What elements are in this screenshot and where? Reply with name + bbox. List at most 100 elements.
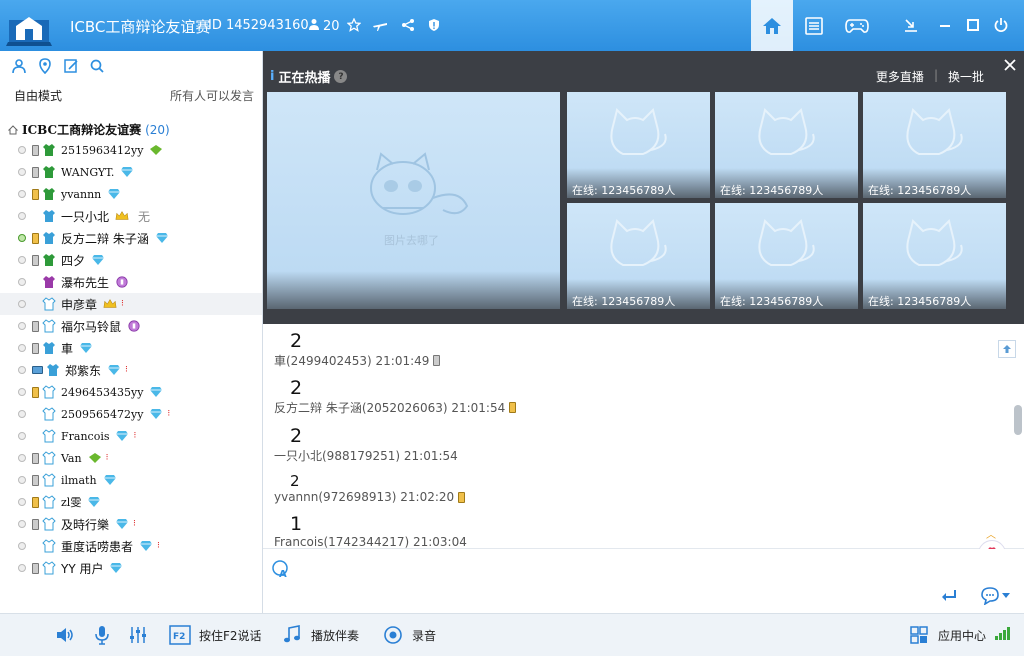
chat-message: 2 一只小北(988179251) 21:01:54 (274, 425, 458, 464)
list-icon (805, 16, 823, 35)
home-tab[interactable] (751, 0, 793, 51)
crown-icon (115, 211, 129, 220)
message-meta: 車(2499402453) 21:01:49 (274, 352, 441, 369)
scroll-top-button[interactable] (998, 340, 1016, 358)
user-filter-icon[interactable] (10, 57, 28, 75)
online-count: 在线: 123456789人 (567, 168, 710, 198)
white-vest-icon (42, 429, 56, 443)
help-icon[interactable]: ? (334, 70, 348, 83)
message-text: 2 (290, 377, 303, 399)
featured-live-tile[interactable]: 图片去哪了 (267, 92, 560, 309)
user-row[interactable]: 瀑布先生 (0, 271, 262, 293)
white-vest-icon (42, 451, 56, 465)
blue-vest-icon (43, 232, 55, 244)
channel-root[interactable]: ICBC工商辩论友谊赛 (20) (8, 121, 170, 138)
mobile-icon (32, 562, 39, 574)
chevron-up-icon[interactable]: ︿ (986, 526, 996, 541)
online-count: 在线: 123456789人 (715, 279, 858, 309)
mic-status-dot (18, 410, 26, 418)
chat-scrollbar-thumb[interactable] (1014, 405, 1022, 435)
refresh-link[interactable]: 换一批 (948, 68, 984, 85)
more-live-link[interactable]: 更多直播 (876, 68, 924, 85)
font-style-icon[interactable]: A (271, 559, 291, 580)
user-count[interactable]: 20 (308, 18, 340, 34)
chat-message: 2 反方二辩 朱子涵(2052026063) 21:01:54 (274, 377, 517, 416)
maximize-button[interactable] (962, 14, 984, 36)
push-to-talk-label: 按住F2说话 (199, 628, 262, 643)
user-row[interactable]: 反方二辩 朱子涵 (0, 227, 262, 249)
user-row[interactable]: ilmath (0, 469, 262, 491)
live-tile[interactable]: 在线: 123456789人 (863, 203, 1006, 309)
accompaniment-button[interactable]: 播放伴奏 (281, 624, 359, 646)
online-count: 在线: 123456789人 (863, 279, 1006, 309)
app-center-button[interactable]: 应用中心 (908, 624, 986, 646)
emoji-button[interactable] (980, 587, 1010, 605)
white-vest-icon (42, 297, 56, 311)
message-sender: 車(2499402453) 21:01:49 (274, 354, 430, 368)
star-icon[interactable] (344, 15, 364, 35)
message-sender: 一只小北(988179251) 21:01:54 (274, 449, 458, 463)
user-row[interactable]: 重度话唠患者 ⁝ (0, 535, 262, 557)
share-icon[interactable] (398, 15, 418, 35)
speaker-button[interactable] (54, 624, 76, 646)
user-row[interactable]: zl雯 (0, 491, 262, 513)
edit-icon[interactable] (62, 57, 80, 75)
user-row[interactable]: 郑紫东 ⁝ (0, 359, 262, 381)
user-name: YY 用户 (61, 561, 104, 576)
search-icon[interactable] (88, 57, 106, 75)
app-center-label: 应用中心 (938, 628, 987, 643)
message-input-area[interactable]: A (263, 549, 1024, 613)
power-button[interactable] (990, 14, 1012, 36)
push-to-talk-button[interactable]: F2 按住F2说话 (169, 624, 262, 646)
user-row[interactable]: 2509565472yy ⁝ (0, 403, 262, 425)
minimize-button[interactable] (934, 14, 956, 36)
mic-status-dot (18, 300, 26, 308)
message-sender: Francois(1742344217) 21:03:04 (274, 535, 467, 549)
mic-status-dot (18, 234, 26, 242)
blue-vest-icon (47, 364, 59, 376)
online-count: 在线: 123456789人 (863, 168, 1006, 198)
user-row[interactable]: WANGYT. (0, 161, 262, 183)
download-icon[interactable] (900, 14, 922, 36)
live-tile[interactable]: 在线: 123456789人 (863, 92, 1006, 198)
user-row[interactable]: 福尔马铃鼠 (0, 315, 262, 337)
list-tab[interactable] (793, 0, 835, 51)
user-row[interactable]: 一只小北 无 (0, 205, 262, 227)
user-count-value: 20 (323, 18, 340, 34)
shield-icon[interactable] (424, 15, 444, 35)
hot-title: i 正在热播 ? (270, 67, 348, 86)
live-tile[interactable]: 在线: 123456789人 (567, 92, 710, 198)
send-enter-icon[interactable] (940, 589, 958, 607)
location-icon[interactable] (36, 57, 54, 75)
microphone-button[interactable] (91, 624, 113, 646)
user-row[interactable]: YY 用户 (0, 557, 262, 579)
user-row[interactable]: Francois ⁝ (0, 425, 262, 447)
live-tile[interactable]: 在线: 123456789人 (715, 92, 858, 198)
user-row[interactable]: Van ⁝ (0, 447, 262, 469)
white-vest-icon (42, 495, 56, 509)
user-row[interactable]: 車 (0, 337, 262, 359)
user-row[interactable]: 申彦章 ⁝ (0, 293, 262, 315)
user-row[interactable]: yvannn (0, 183, 262, 205)
mixer-button[interactable] (127, 624, 149, 646)
record-button[interactable]: 录音 (382, 624, 436, 646)
chat-message: 2 車(2499402453) 21:01:49 (274, 330, 441, 369)
close-icon[interactable] (996, 51, 1024, 79)
user-row[interactable]: 2515963412yy (0, 139, 262, 161)
live-tile[interactable]: 在线: 123456789人 (715, 203, 858, 309)
white-vest-icon (42, 385, 56, 399)
user-row[interactable]: 2496453435yy (0, 381, 262, 403)
user-row[interactable]: 四夕 (0, 249, 262, 271)
message-text: 2 (290, 472, 300, 490)
plane-icon[interactable] (370, 15, 390, 35)
live-tile[interactable]: 在线: 123456789人 (567, 203, 710, 309)
chat-history[interactable]: 2 車(2499402453) 21:01:49 2 反方二辩 朱子涵(2052… (263, 324, 1024, 549)
signal-strength-icon (994, 626, 1012, 640)
user-extra: 无 (138, 209, 151, 224)
white-vest-icon (42, 539, 56, 553)
speak-mode[interactable]: 自由模式 (14, 87, 62, 104)
green-vest-icon (43, 166, 55, 178)
user-row[interactable]: 及時行樂 ⁝ (0, 513, 262, 535)
activity-mark: ⁝ (125, 365, 128, 375)
game-tab[interactable] (836, 0, 878, 51)
